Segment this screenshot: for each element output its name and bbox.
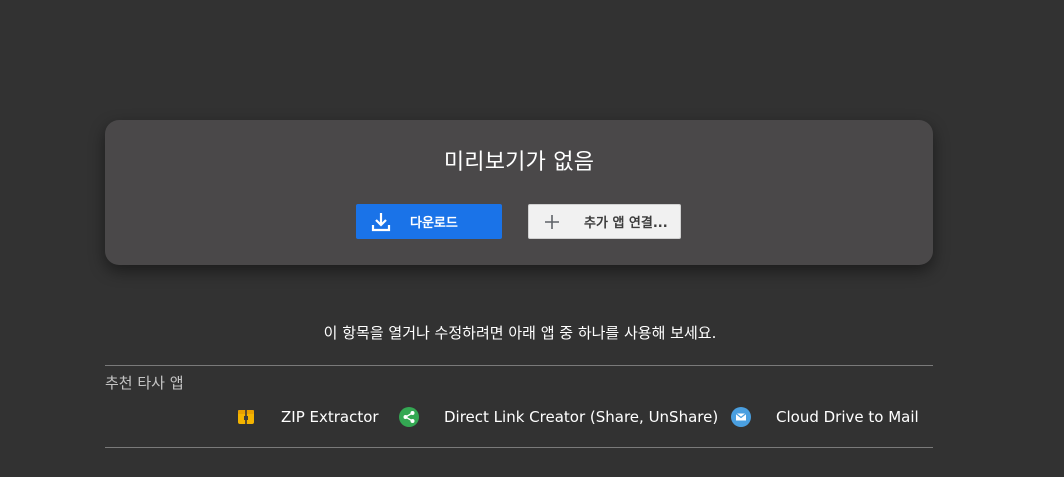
recommended-apps-label: 추천 타사 앱 xyxy=(105,374,184,392)
recommended-apps-list: ZIP Extractor Direct Link Creator (Share… xyxy=(0,404,1064,430)
app-name: ZIP Extractor xyxy=(281,408,379,426)
app-direct-link-creator[interactable]: Direct Link Creator (Share, UnShare) xyxy=(399,404,718,430)
download-icon xyxy=(370,211,392,233)
preview-page: 미리보기가 없음 다운로드 추가 앱 연결... 이 항목을 열거나 수정하려면… xyxy=(0,0,1064,477)
bottom-divider xyxy=(105,447,933,448)
top-divider xyxy=(105,365,933,366)
plus-icon xyxy=(542,212,562,232)
mail-icon xyxy=(731,407,751,427)
connect-apps-button[interactable]: 추가 앱 연결... xyxy=(528,204,681,239)
app-name: Cloud Drive to Mail xyxy=(776,408,919,426)
app-name: Direct Link Creator (Share, UnShare) xyxy=(444,408,719,426)
open-with-hint: 이 항목을 열거나 수정하려면 아래 앱 중 하나를 사용해 보세요. xyxy=(323,324,717,342)
connect-apps-label: 추가 앱 연결... xyxy=(584,216,668,231)
download-label: 다운로드 xyxy=(410,216,458,231)
share-icon xyxy=(399,407,419,427)
app-cloud-drive-to-mail[interactable]: Cloud Drive to Mail xyxy=(731,404,919,430)
zip-icon xyxy=(236,407,256,427)
no-preview-card: 미리보기가 없음 다운로드 추가 앱 연결... xyxy=(105,120,933,265)
app-zip-extractor[interactable]: ZIP Extractor xyxy=(236,404,379,430)
download-button[interactable]: 다운로드 xyxy=(356,204,502,239)
no-preview-title: 미리보기가 없음 xyxy=(443,150,595,175)
